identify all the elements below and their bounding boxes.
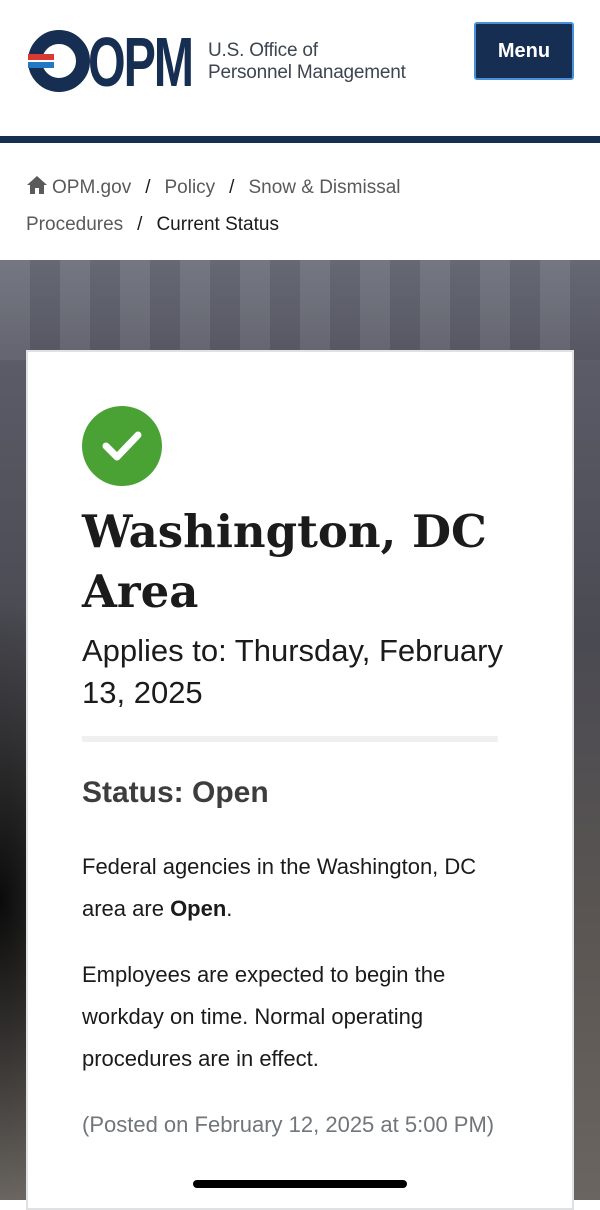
site-header: OPM U.S. Office of Personnel Management … [0, 0, 600, 136]
agency-line1: U.S. Office of [208, 40, 318, 61]
status-summary-end: . [226, 896, 233, 921]
agency-name: U.S. Office of Personnel Management [208, 40, 406, 84]
home-indicator[interactable] [193, 1180, 407, 1188]
status-heading: Status: Open [82, 776, 269, 809]
breadcrumb-current: Current Status [156, 214, 279, 235]
opm-logo-mark: OPM [28, 30, 195, 92]
opm-logo[interactable]: OPM [28, 30, 196, 92]
status-summary-text: Federal agencies in the Washington, DC a… [82, 854, 477, 921]
status-details: Employees are expected to begin the work… [82, 962, 446, 1071]
menu-button[interactable]: Menu [474, 22, 574, 80]
logo-wordmark: OPM [88, 30, 192, 92]
breadcrumb: OPM.gov / Policy / Snow & Dismissal Procedur… [26, 170, 586, 242]
section-divider [82, 736, 498, 742]
hero-texture [0, 260, 600, 360]
breadcrumb-home[interactable]: OPM.gov [26, 176, 132, 198]
header-divider [0, 136, 600, 143]
breadcrumb-separator: / [145, 177, 151, 198]
breadcrumb-policy[interactable]: Policy [164, 177, 215, 198]
home-icon [26, 172, 48, 207]
status-card: Washington, DC Area Applies to: Thursday… [26, 350, 574, 1210]
location-title: Washington, DC Area [82, 505, 487, 618]
breadcrumb-separator: / [137, 214, 143, 235]
agency-line2: Personnel Management [208, 62, 406, 83]
applies-to-date: Applies to: Thursday, February 13, 2025 [82, 633, 503, 710]
breadcrumb-separator: / [229, 177, 235, 198]
checkmark-circle-icon [82, 406, 162, 486]
status-summary: Federal agencies in the Washington, DC a… [82, 846, 502, 930]
status-summary-bold: Open [170, 896, 227, 921]
posted-timestamp: (Posted on February 12, 2025 at 5:00 PM) [82, 1112, 495, 1137]
breadcrumb-home-label: OPM.gov [52, 177, 132, 198]
